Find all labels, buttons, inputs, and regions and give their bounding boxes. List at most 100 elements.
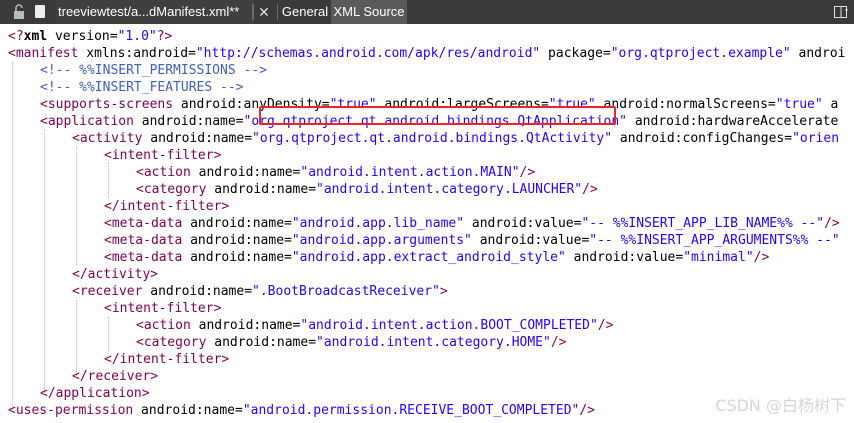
code-line: <category android:name="android.intent.c… [136, 181, 598, 198]
code-token: ".BootBroadcastReceiver" [252, 284, 440, 299]
code-line: <!-- %%INSERT_FEATURES --> [40, 79, 244, 96]
code-token: <!-- %%INSERT_PERMISSIONS --> [40, 63, 267, 78]
code-token: "-- %%INSERT_APP_LIB_NAME%% --" [581, 216, 824, 231]
code-token: android:name= [133, 403, 243, 418]
code-token: xml [24, 29, 47, 44]
code-token: <!-- %%INSERT_FEATURES --> [40, 80, 244, 95]
code-line: </application> [40, 385, 150, 402]
code-token: ?> [157, 29, 173, 44]
code-token: "minimal" [683, 250, 753, 265]
code-token: /> [754, 250, 770, 265]
code-line: <action android:name="android.intent.act… [136, 317, 613, 334]
code-token: android:configChanges= [612, 131, 792, 146]
code-token: android:normalScreens= [596, 97, 776, 112]
code-line: <receiver android:name=".BootBroadcastRe… [72, 283, 448, 300]
code-line: <action android:name="android.intent.act… [136, 164, 535, 181]
code-line: <intent-filter> [104, 300, 221, 317]
indent-guide [76, 300, 77, 378]
code-token: <category [136, 182, 206, 197]
code-token: </receiver> [72, 369, 158, 384]
tab-general[interactable]: General [280, 0, 330, 24]
tab-divider [277, 4, 278, 20]
code-line: </activity> [72, 266, 158, 283]
code-token: xmlns:android= [78, 46, 195, 61]
code-token: a [823, 97, 839, 112]
code-token: <meta-data [104, 216, 182, 231]
code-token: android:name= [191, 165, 301, 180]
indent-guide [12, 62, 13, 412]
code-token: "http://schemas.android.com/apk/res/andr… [196, 46, 540, 61]
close-icon[interactable]: ✕ [257, 0, 271, 24]
csdn-watermark: CSDN @白杨树下 [715, 392, 846, 416]
code-token: </intent-filter> [104, 352, 229, 367]
file-icon [33, 0, 47, 24]
code-token: android:name= [134, 114, 244, 129]
code-token: <receiver [72, 284, 142, 299]
code-token: /> [520, 165, 536, 180]
code-token: version= [47, 29, 117, 44]
code-token: "android.intent.action.MAIN" [300, 165, 519, 180]
code-token: > [440, 284, 448, 299]
code-token: "android.intent.category.LAUNCHER" [316, 182, 582, 197]
code-token: "android.permission.RECEIVE_BOOT_COMPLET… [243, 403, 580, 418]
xml-source-editor[interactable]: <?xml version="1.0"?> <manifest xmlns:and… [0, 24, 854, 423]
code-line: <!-- %%INSERT_PERMISSIONS --> [40, 62, 267, 79]
code-token: <manifest [8, 46, 78, 61]
code-token: android:name= [191, 318, 301, 333]
code-line: <meta-data android:name="android.app.arg… [104, 232, 840, 249]
code-token: android:name= [182, 216, 292, 231]
code-token: <uses-permission [8, 403, 133, 418]
code-token: <intent-filter> [104, 301, 221, 316]
code-line: <intent-filter> [104, 147, 221, 164]
code-token: <action [136, 165, 191, 180]
code-token: android:value= [566, 250, 683, 265]
code-token: <meta-data [104, 233, 182, 248]
file-tab[interactable]: treeviewtest/a...dManifest.xml** [56, 0, 254, 24]
code-token: <category [136, 335, 206, 350]
code-token: "android.intent.category.HOME" [316, 335, 551, 350]
code-token: "android.app.extract_android_style" [292, 250, 566, 265]
code-token: /> [551, 335, 567, 350]
code-token: "orien [792, 131, 839, 146]
code-token: <activity [72, 131, 142, 146]
tab-divider [252, 4, 254, 20]
code-token: <supports-screens [40, 97, 173, 112]
code-token: android:value= [464, 216, 581, 231]
code-token: android:name= [182, 233, 292, 248]
code-token: android:name= [142, 131, 252, 146]
code-token: android:name= [206, 335, 316, 350]
indent-guide [76, 146, 77, 265]
indent-guide [44, 129, 45, 395]
code-token: android:name= [182, 250, 292, 265]
code-token: <application [40, 114, 134, 129]
code-token: <meta-data [104, 250, 182, 265]
code-token: "org.qtproject.example" [611, 46, 791, 61]
code-token: android:name= [206, 182, 316, 197]
tab-xml-source[interactable]: XML Source [331, 0, 407, 24]
split-editor-icon[interactable] [833, 0, 849, 24]
code-token: "android.app.arguments" [292, 233, 472, 248]
code-token: /> [598, 318, 614, 333]
indent-guide [108, 163, 109, 197]
editor-tab-bar: treeviewtest/a...dManifest.xml** ✕ Gener… [0, 0, 854, 24]
code-token: <intent-filter> [104, 148, 221, 163]
code-token: </intent-filter> [104, 199, 229, 214]
code-line: </receiver> [72, 368, 158, 385]
code-line: <meta-data android:name="android.app.lib… [104, 215, 840, 232]
code-line: <meta-data android:name="android.app.ext… [104, 249, 769, 266]
code-token: androi [791, 46, 846, 61]
code-token: </application> [40, 386, 150, 401]
code-token: "1.0" [118, 29, 157, 44]
code-line: </intent-filter> [104, 198, 229, 215]
code-token: /> [582, 182, 598, 197]
code-token: "org.qtproject.qt.android.bindings.QtAct… [252, 131, 612, 146]
code-token: /> [579, 403, 595, 418]
code-token: "android.intent.action.BOOT_COMPLETED" [300, 318, 597, 333]
code-token: <action [136, 318, 191, 333]
code-token: "android.app.lib_name" [292, 216, 464, 231]
indent-guide [108, 317, 109, 351]
code-token: android:hardwareAccelerate [627, 114, 838, 129]
code-token: <? [8, 29, 24, 44]
code-token: "true" [776, 97, 823, 112]
code-token: android:value= [472, 233, 589, 248]
